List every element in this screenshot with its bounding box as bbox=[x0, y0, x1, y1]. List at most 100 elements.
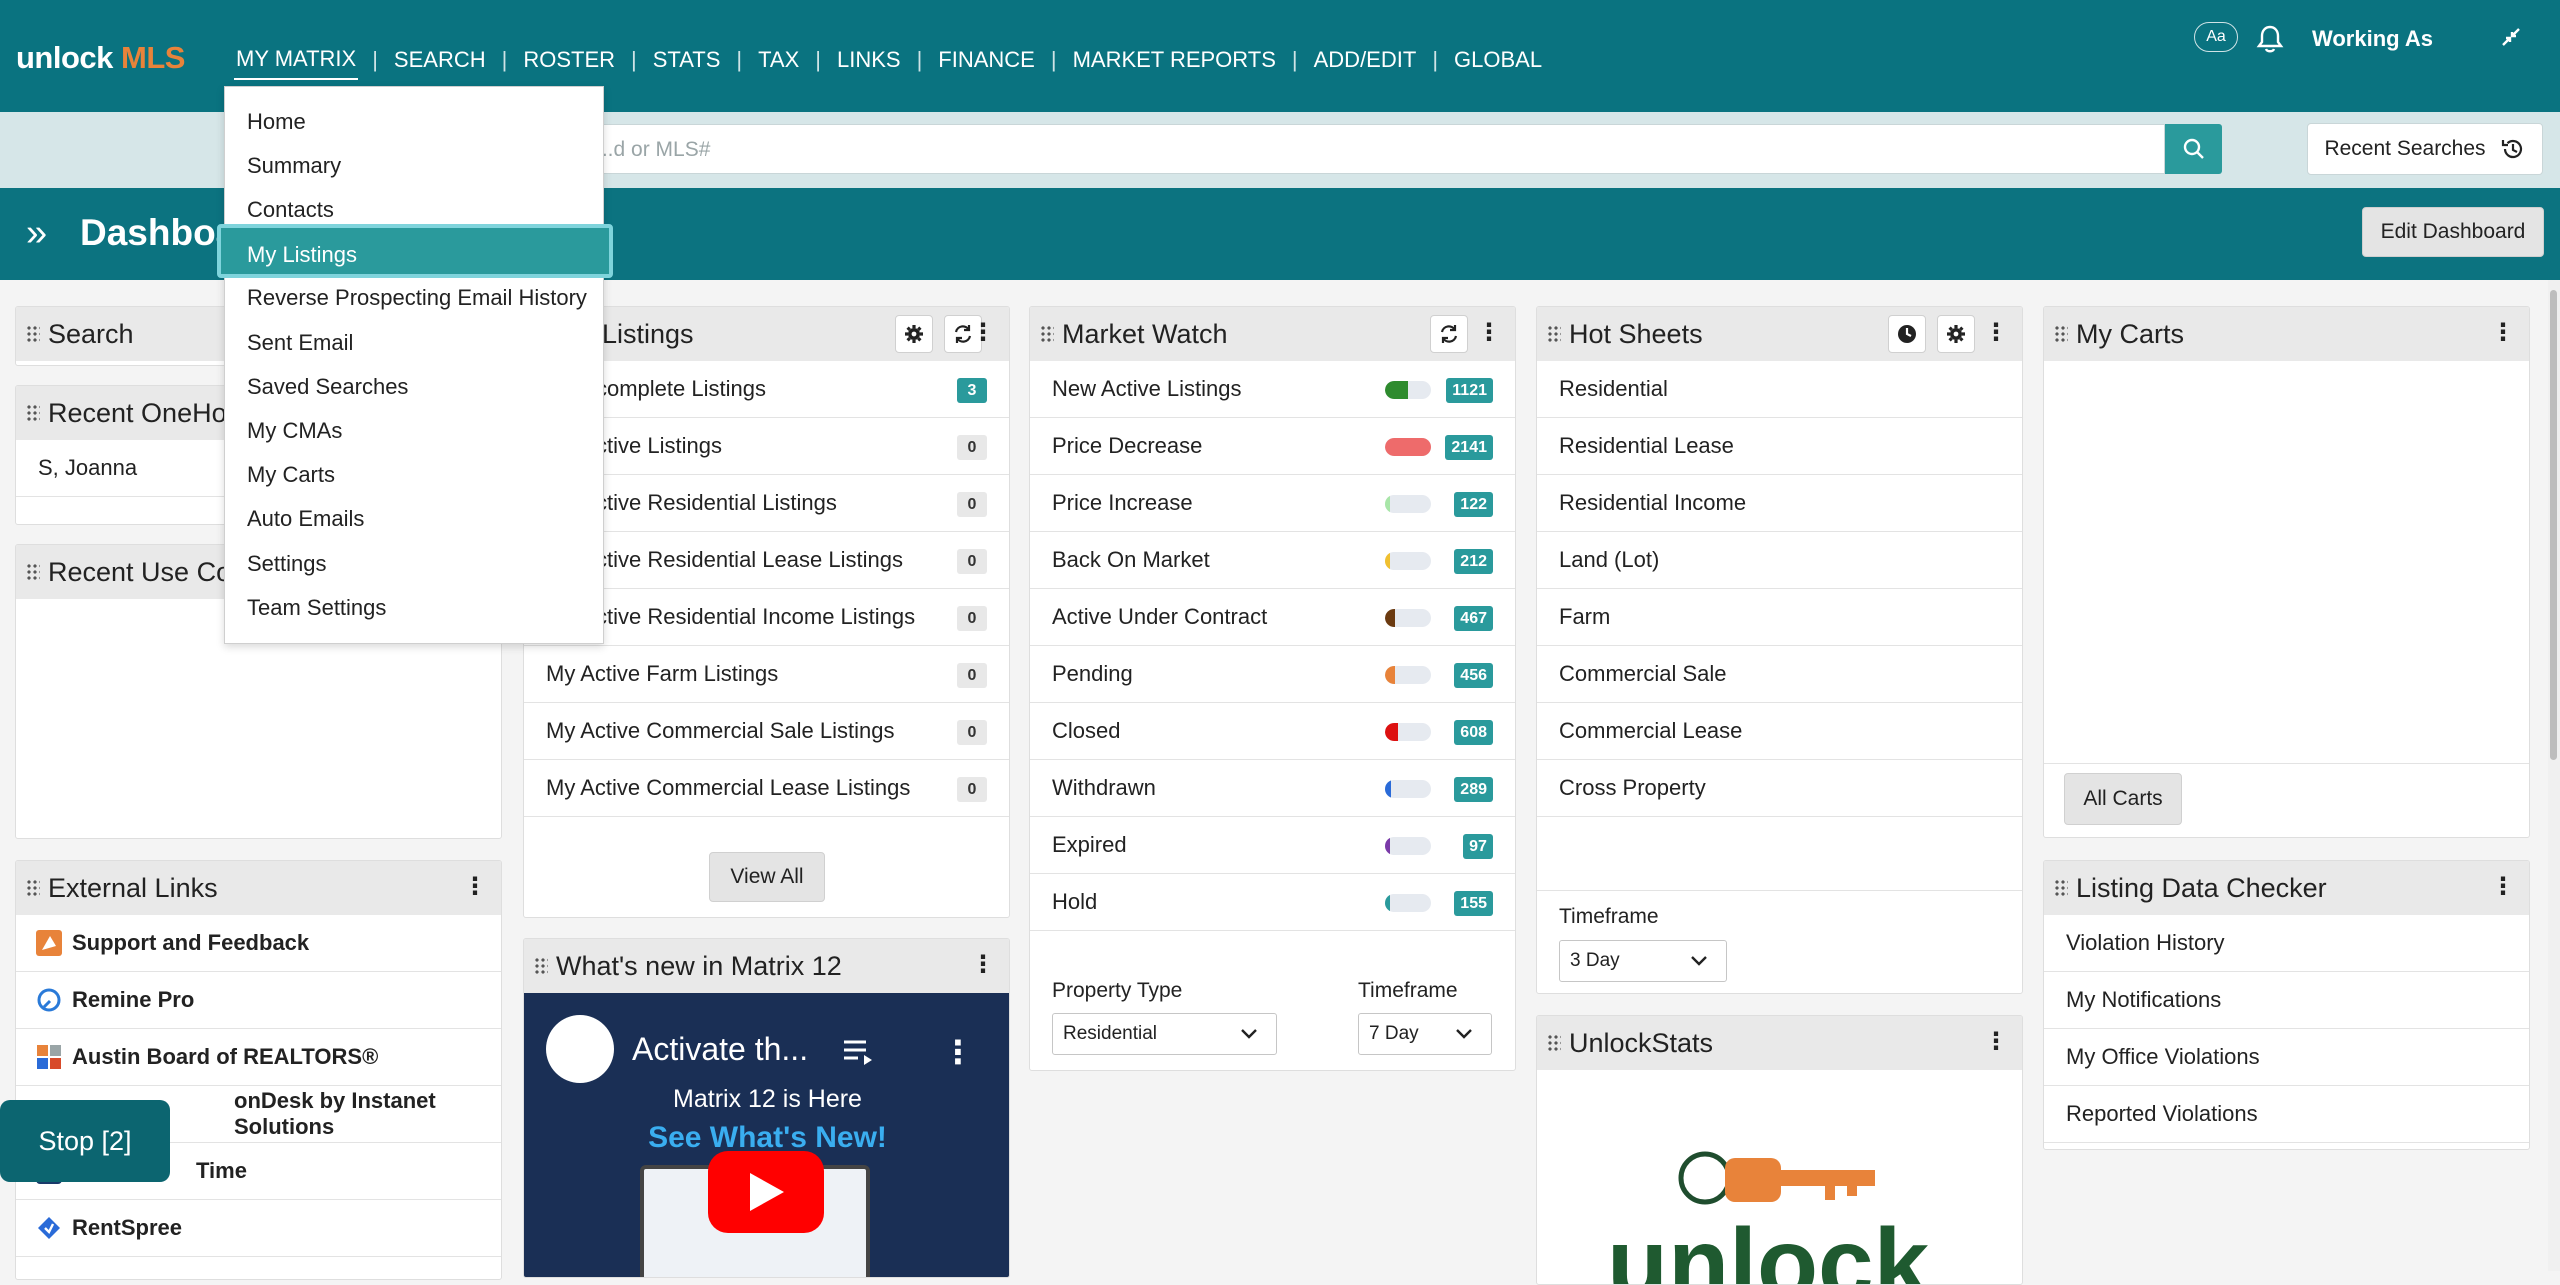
stop-button[interactable]: Stop [2] bbox=[0, 1100, 170, 1182]
menu-item-stats[interactable]: STATS bbox=[651, 47, 723, 73]
list-item[interactable]: My Active Commercial Sale Listings 0 bbox=[524, 703, 1009, 760]
market-watch-panel: Market Watch ⋮ New Active Listings 1121 Pr… bbox=[1029, 306, 1516, 1071]
drag-handle-icon[interactable] bbox=[1547, 1034, 1561, 1052]
gear-icon[interactable] bbox=[1937, 315, 1975, 353]
dropdown-item-saved-searches[interactable]: Saved Searches bbox=[247, 374, 408, 400]
list-item[interactable]: Expired 97 bbox=[1030, 817, 1515, 874]
menu-item-roster[interactable]: ROSTER bbox=[521, 47, 617, 73]
list-item[interactable]: New Active Listings 1121 bbox=[1030, 361, 1515, 418]
drag-handle-icon[interactable] bbox=[1547, 325, 1561, 343]
property-type-select[interactable]: Residential bbox=[1052, 1013, 1277, 1055]
clock-icon[interactable] bbox=[1888, 315, 1926, 353]
list-item[interactable]: Active Under Contract 467 bbox=[1030, 589, 1515, 646]
list-item[interactable]: Commercial Lease bbox=[1537, 703, 2022, 760]
menu-item-my-matrix[interactable]: MY MATRIX bbox=[234, 46, 359, 80]
list-item[interactable]: Farm bbox=[1537, 589, 2022, 646]
list-item[interactable]: Price Increase 122 bbox=[1030, 475, 1515, 532]
list-item[interactable]: My Notifications bbox=[2044, 972, 2529, 1029]
kebab-menu-icon[interactable]: ⋮ bbox=[971, 321, 995, 345]
external-link-item[interactable]: RentSpree bbox=[16, 1200, 501, 1257]
dropdown-item-my-cmas[interactable]: My CMAs bbox=[247, 418, 342, 444]
timeframe-select[interactable]: 3 Day bbox=[1559, 940, 1727, 982]
working-as-menu[interactable]: Working As bbox=[2312, 26, 2433, 52]
dropdown-item-summary[interactable]: Summary bbox=[247, 153, 341, 179]
list-item[interactable]: Violation History bbox=[2044, 915, 2529, 972]
kebab-menu-icon[interactable]: ⋮ bbox=[2491, 321, 2515, 345]
play-button[interactable] bbox=[708, 1151, 824, 1233]
font-size-toggle[interactable]: Aa bbox=[2194, 22, 2238, 52]
dropdown-item-my-listings[interactable]: My Listings bbox=[247, 242, 357, 268]
edit-dashboard-button[interactable]: Edit Dashboard bbox=[2362, 207, 2544, 257]
kebab-menu-icon[interactable]: ⋮ bbox=[971, 953, 995, 977]
timeframe-select[interactable]: 7 Day bbox=[1358, 1013, 1492, 1055]
kebab-menu-icon[interactable]: ⋮ bbox=[2491, 875, 2515, 899]
menu-item-links[interactable]: LINKS bbox=[835, 47, 903, 73]
external-link-item[interactable]: Remine Pro bbox=[16, 972, 501, 1029]
list-item[interactable]: Residential bbox=[1537, 361, 2022, 418]
kebab-menu-icon[interactable]: ⋮ bbox=[463, 875, 487, 899]
scrollbar-thumb[interactable] bbox=[2550, 290, 2557, 760]
drag-handle-icon[interactable] bbox=[26, 879, 40, 897]
playlist-icon[interactable] bbox=[842, 1037, 876, 1072]
drag-handle-icon[interactable] bbox=[534, 957, 548, 975]
list-item[interactable]: Reported Violations bbox=[2044, 1086, 2529, 1143]
kebab-menu-icon[interactable]: ⋮ bbox=[1984, 321, 2008, 345]
view-all-button[interactable]: View All bbox=[709, 852, 825, 902]
drag-handle-icon[interactable] bbox=[26, 563, 40, 581]
external-link-item[interactable]: Support and Feedback bbox=[16, 915, 501, 972]
dropdown-item-sent-email[interactable]: Sent Email bbox=[247, 330, 353, 356]
recent-searches-button[interactable]: Recent Searches bbox=[2307, 123, 2543, 175]
dropdown-item-reverse-prospecting-email-history[interactable]: Reverse Prospecting Email History bbox=[247, 285, 587, 311]
external-link-item[interactable]: Austin Board of REALTORS® bbox=[16, 1029, 501, 1086]
list-item[interactable]: Commercial Sale bbox=[1537, 646, 2022, 703]
checker-label: Reported Violations bbox=[2066, 1101, 2258, 1126]
drag-handle-icon[interactable] bbox=[2054, 879, 2068, 897]
list-item[interactable]: Residential Income bbox=[1537, 475, 2022, 532]
dropdown-item-contacts[interactable]: Contacts bbox=[247, 197, 334, 223]
dropdown-item-auto-emails[interactable]: Auto Emails bbox=[247, 506, 364, 532]
list-item[interactable]: Price Decrease 2141 bbox=[1030, 418, 1515, 475]
list-item[interactable]: Hold 155 bbox=[1030, 874, 1515, 931]
menu-item-market-reports[interactable]: MARKET REPORTS bbox=[1071, 47, 1278, 73]
dropdown-item-my-carts[interactable]: My Carts bbox=[247, 462, 335, 488]
list-item[interactable]: My Active Commercial Lease Listings 0 bbox=[524, 760, 1009, 817]
video-menu-icon[interactable]: ⋮ bbox=[942, 1033, 974, 1071]
gear-icon[interactable] bbox=[895, 315, 933, 353]
collapse-icon[interactable] bbox=[2500, 26, 2522, 53]
property-type-label: Property Type bbox=[1052, 979, 1183, 1002]
dropdown-item-settings[interactable]: Settings bbox=[247, 551, 327, 577]
bell-icon[interactable] bbox=[2256, 24, 2284, 59]
list-item[interactable]: Cross Property bbox=[1537, 760, 2022, 817]
menu-item-search[interactable]: SEARCH bbox=[392, 47, 488, 73]
list-item[interactable]: Closed 608 bbox=[1030, 703, 1515, 760]
list-item[interactable]: Land (Lot) bbox=[1537, 532, 2022, 589]
double-chevron-right-icon[interactable]: » bbox=[26, 214, 47, 252]
menu-item-global[interactable]: GLOBAL bbox=[1452, 47, 1544, 73]
search-button[interactable] bbox=[2165, 124, 2222, 174]
dropdown-item-home[interactable]: Home bbox=[247, 109, 306, 135]
drag-handle-icon[interactable] bbox=[2054, 325, 2068, 343]
drag-handle-icon[interactable] bbox=[26, 404, 40, 422]
unlock-mls-logo[interactable]: unlock MLS bbox=[16, 40, 185, 76]
market-watch-label: Pending bbox=[1052, 661, 1133, 686]
search-input[interactable]: ...d or MLS# bbox=[545, 124, 2165, 174]
menu-item-finance[interactable]: FINANCE bbox=[936, 47, 1037, 73]
list-item[interactable]: My Active Farm Listings 0 bbox=[524, 646, 1009, 703]
drag-handle-icon[interactable] bbox=[26, 325, 40, 343]
menu-item-add-edit[interactable]: ADD/EDIT bbox=[1312, 47, 1419, 73]
drag-handle-icon[interactable] bbox=[1040, 325, 1054, 343]
refresh-icon[interactable] bbox=[1430, 315, 1468, 353]
list-item[interactable]: Back On Market 212 bbox=[1030, 532, 1515, 589]
kebab-menu-icon[interactable]: ⋮ bbox=[1477, 321, 1501, 345]
kebab-menu-icon[interactable]: ⋮ bbox=[1984, 1030, 2008, 1054]
dropdown-item-team-settings[interactable]: Team Settings bbox=[247, 595, 386, 621]
level-bar-fill bbox=[1385, 552, 1390, 570]
level-bar bbox=[1385, 438, 1431, 456]
list-item[interactable]: Withdrawn 289 bbox=[1030, 760, 1515, 817]
all-carts-button[interactable]: All Carts bbox=[2064, 773, 2182, 825]
video-player[interactable]: Activate th... ⋮ Matrix 12 is Here See W… bbox=[524, 993, 1009, 1277]
list-item[interactable]: Residential Lease bbox=[1537, 418, 2022, 475]
menu-item-tax[interactable]: TAX bbox=[756, 47, 801, 73]
list-item[interactable]: My Office Violations bbox=[2044, 1029, 2529, 1086]
list-item[interactable]: Pending 456 bbox=[1030, 646, 1515, 703]
